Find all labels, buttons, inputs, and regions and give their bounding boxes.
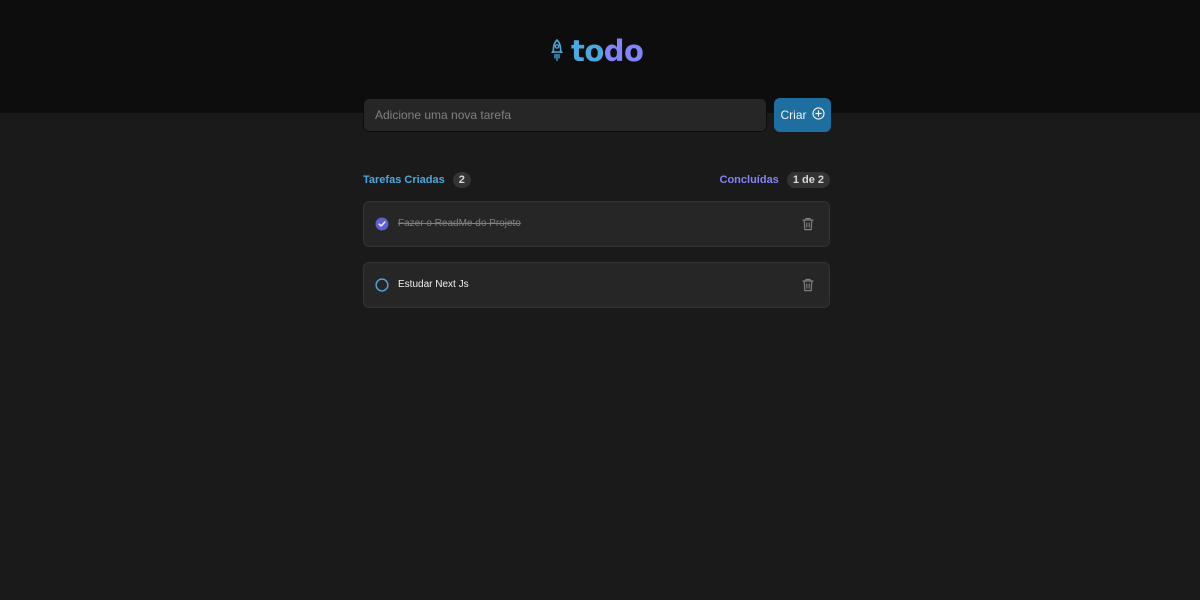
completed-tasks-count: 1 de 2 — [786, 172, 830, 188]
header: to do — [0, 0, 1200, 113]
logo-text-do: do — [603, 34, 644, 68]
task-list: Fazer o ReadMe do Projeto Estudar Next J… — [363, 201, 830, 323]
logo: to do — [549, 34, 644, 68]
task-text: Fazer o ReadMe do Projeto — [398, 218, 521, 229]
new-task-form: Criar — [363, 98, 831, 132]
logo-text: to do — [571, 34, 644, 68]
task-item: Estudar Next Js — [363, 262, 830, 308]
task-text: Estudar Next Js — [398, 279, 469, 290]
check-circle-icon — [375, 217, 388, 231]
empty-circle-icon — [374, 278, 389, 292]
task-info: Tarefas Criadas 2 Concluídas 1 de 2 — [363, 171, 830, 189]
task-item: Fazer o ReadMe do Projeto — [363, 201, 830, 247]
create-button-label: Criar — [780, 108, 807, 122]
plus-circle-icon — [811, 107, 825, 123]
completed-tasks-label: Concluídas — [719, 174, 779, 186]
new-task-input[interactable] — [363, 98, 767, 132]
trash-icon[interactable] — [800, 216, 816, 232]
created-tasks-count: 2 — [452, 172, 471, 188]
rocket-icon — [549, 39, 565, 63]
task-checkbox-unchecked[interactable] — [374, 278, 389, 293]
create-button[interactable]: Criar — [774, 98, 831, 132]
logo-text-to: to — [571, 34, 604, 68]
task-checkbox-checked[interactable] — [374, 217, 389, 232]
trash-icon[interactable] — [800, 277, 816, 293]
created-tasks-label: Tarefas Criadas — [363, 174, 445, 186]
completed-tasks-info: Concluídas 1 de 2 — [720, 172, 830, 188]
created-tasks-info: Tarefas Criadas 2 — [363, 172, 471, 188]
